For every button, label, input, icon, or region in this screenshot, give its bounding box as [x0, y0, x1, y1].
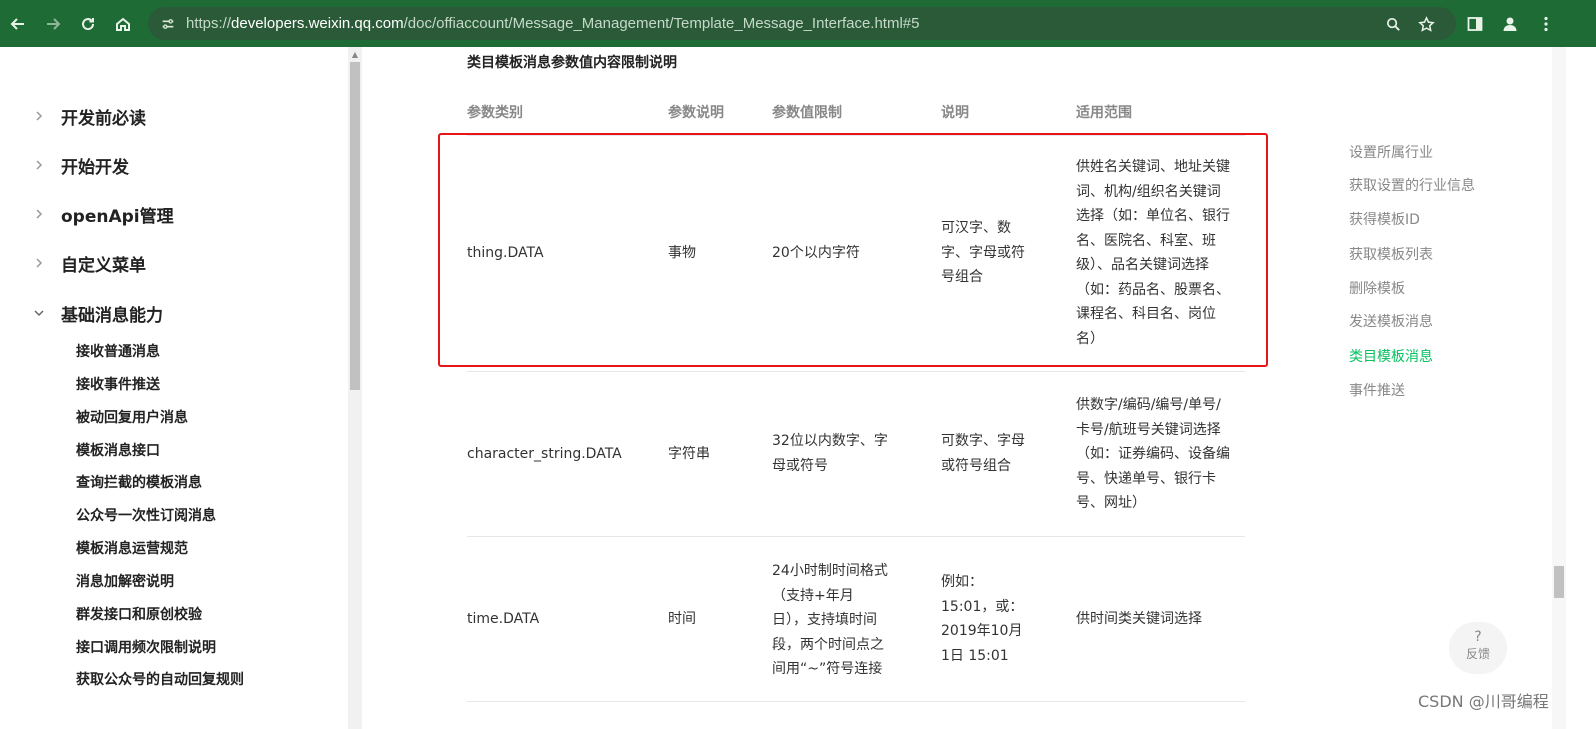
cell-line: 号、网址） [1076, 495, 1146, 511]
sidebar-subitem[interactable]: 接收普通消息 [76, 341, 160, 361]
feedback-label: 反馈 [1465, 647, 1490, 661]
table-divider [467, 701, 1245, 702]
cell-line: 24小时制时间格式 [772, 563, 888, 579]
sidebar-item-openapi[interactable]: openApi管理 [0, 199, 340, 229]
sidebar-item-before-dev[interactable]: 开发前必读 [0, 101, 340, 131]
cell-line: 可数字、字母 [941, 433, 1025, 449]
sidebar-subitem[interactable]: 接收事件推送 [76, 374, 160, 394]
chevron-right-icon [36, 258, 43, 268]
toc-item[interactable]: 发送模板消息 [1349, 311, 1433, 331]
reload-icon[interactable] [72, 8, 104, 40]
cell-note: 可数字、字母 或符号组合 [941, 429, 1051, 478]
address-bar[interactable]: https://developers.weixin.qq.com/doc/off… [148, 7, 1456, 40]
cell-line: 日），支持填时间 [772, 612, 877, 628]
browser-toolbar: https://developers.weixin.qq.com/doc/off… [0, 0, 1596, 47]
chevron-down-icon [34, 310, 44, 317]
cell-line: 卡号/航班号关键词选择 [1076, 421, 1221, 438]
cell-line: 32位以内数字、字 [772, 433, 888, 449]
sidebar-scroll-thumb[interactable] [350, 62, 360, 390]
cell-scope: 供数字/编码/编号/单号/ 卡号/航班号关键词选择 （如：证券编码、设备编 号、… [1076, 393, 1251, 516]
sidebar-item-basic-message[interactable]: 基础消息能力 [0, 298, 340, 328]
section-title: 类目模板消息参数值内容限制说明 [467, 55, 677, 71]
cell-desc: 字符串 [668, 446, 710, 462]
cell-desc: 时间 [668, 611, 696, 627]
left-sidebar: 开发前必读 开始开发 openApi管理 自定义菜单 基础消息能力 接收普通消息… [0, 47, 348, 729]
scroll-up-arrow-icon[interactable]: ▲ [350, 50, 360, 60]
cell-line: 例如： [941, 574, 983, 590]
highlight-box [438, 133, 1268, 367]
sidebar-item-label: 开发前必读 [61, 108, 146, 129]
chevron-right-icon [36, 209, 43, 219]
toc-item[interactable]: 获取设置的行业信息 [1349, 175, 1475, 195]
toc-item[interactable]: 获得模板ID [1349, 209, 1420, 229]
table-divider [467, 536, 1245, 537]
url-text[interactable]: https://developers.weixin.qq.com/doc/off… [186, 15, 919, 32]
cell-scope: 供时间类关键词选择 [1076, 611, 1202, 627]
page-scroll-thumb[interactable] [1554, 566, 1564, 598]
cell-note: 例如： 15:01，或： 2019年10月 1日 15:01 [941, 570, 1051, 668]
toc-item-active[interactable]: 类目模板消息 [1349, 346, 1433, 366]
zoom-icon[interactable] [1381, 12, 1405, 36]
site-settings-icon[interactable] [156, 12, 180, 36]
url-prefix: https:// [186, 15, 232, 32]
url-host: developers.weixin.qq.com [231, 15, 404, 32]
page-scrollbar[interactable] [1552, 47, 1566, 729]
sidebar-subitem[interactable]: 查询拦截的模板消息 [76, 472, 202, 492]
question-icon: ? [1474, 629, 1482, 645]
table-divider [467, 371, 1245, 372]
toc-item[interactable]: 事件推送 [1349, 380, 1405, 400]
sidebar-subitem[interactable]: 消息加解密说明 [76, 571, 174, 591]
watermark: CSDN @川哥编程 [1418, 692, 1549, 711]
table-header-note: 说明 [941, 105, 969, 121]
table-header-scope: 适用范围 [1076, 105, 1132, 121]
cell-line: （如：证券编码、设备编 [1076, 446, 1230, 462]
table-header-desc: 参数说明 [668, 105, 724, 121]
sidebar-subitem[interactable]: 群发接口和原创校验 [76, 604, 202, 624]
cell-line: 或符号组合 [941, 457, 1011, 474]
menu-kebab-icon[interactable] [1530, 8, 1562, 40]
toc-item[interactable]: 设置所属行业 [1349, 142, 1433, 162]
cell-line: 供数字/编码/编号/单号/ [1076, 397, 1221, 413]
forward-icon[interactable] [37, 8, 69, 40]
cell-line: 段，两个时间点之 [772, 636, 884, 653]
table-header-type: 参数类别 [467, 105, 523, 121]
sidebar-item-start-dev[interactable]: 开始开发 [0, 150, 340, 180]
cell-line: 母或符号 [772, 457, 828, 474]
cell-line: 间用“~”符号连接 [772, 661, 883, 677]
bookmark-star-icon[interactable] [1414, 12, 1438, 36]
cell-limit: 24小时制时间格式 （支持+年月 日），支持填时间 段，两个时间点之 间用“~”… [772, 559, 912, 682]
sidebar-item-custom-menu[interactable]: 自定义菜单 [0, 248, 340, 278]
cell-limit: 32位以内数字、字 母或符号 [772, 429, 912, 478]
table-header-limit: 参数值限制 [772, 105, 842, 121]
back-icon[interactable] [2, 8, 34, 40]
cell-type: time.DATA [467, 611, 540, 627]
home-icon[interactable] [107, 8, 139, 40]
sidebar-subitem[interactable]: 被动回复用户消息 [76, 407, 188, 427]
sidebar-item-label: 开始开发 [61, 157, 129, 178]
side-panel-icon[interactable] [1459, 8, 1491, 40]
cell-line: （支持+年月 [772, 587, 854, 604]
sidebar-subitem[interactable]: 模板消息接口 [76, 440, 160, 460]
sidebar-subitem[interactable]: 获取公众号的自动回复规则 [76, 669, 244, 689]
chevron-right-icon [36, 111, 43, 121]
sidebar-subitem[interactable]: 接口调用频次限制说明 [76, 637, 216, 657]
sidebar-item-label: openApi管理 [61, 206, 174, 227]
feedback-button[interactable]: ? 反馈 [1449, 622, 1507, 674]
sidebar-subitem[interactable]: 模板消息运营规范 [76, 538, 188, 558]
cell-type: character_string.DATA [467, 446, 622, 462]
url-path: /doc/offiaccount/Message_Management/Temp… [403, 15, 920, 32]
cell-line: 1日 15:01 [941, 647, 1009, 664]
sidebar-item-label: 自定义菜单 [61, 255, 146, 276]
cell-line: 号、快递单号、银行卡 [1076, 470, 1216, 487]
cell-line: 15:01，或： [941, 598, 1024, 615]
toc-item[interactable]: 删除模板 [1349, 278, 1405, 298]
sidebar-item-label: 基础消息能力 [61, 305, 163, 326]
toc-item[interactable]: 获取模板列表 [1349, 244, 1433, 264]
profile-icon[interactable] [1494, 8, 1526, 40]
sidebar-subitem[interactable]: 公众号一次性订阅消息 [76, 505, 216, 525]
cell-line: 2019年10月 [941, 623, 1023, 639]
chevron-right-icon [36, 160, 43, 170]
